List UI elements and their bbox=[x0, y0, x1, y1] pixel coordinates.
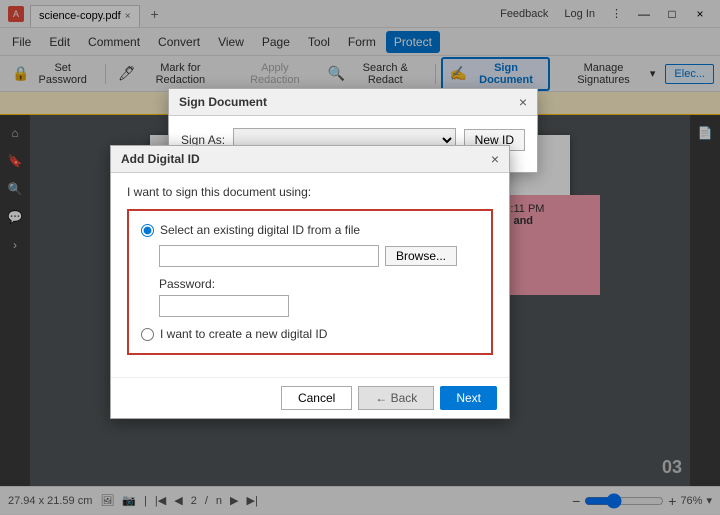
sign-modal-close-button[interactable]: × bbox=[519, 94, 527, 110]
browse-button[interactable]: Browse... bbox=[385, 246, 457, 266]
options-red-box: Select an existing digital ID from a fil… bbox=[127, 209, 493, 355]
password-label: Password: bbox=[159, 277, 479, 291]
add-id-question: I want to sign this document using: bbox=[127, 185, 493, 199]
cancel-button[interactable]: Cancel bbox=[281, 386, 352, 410]
add-id-footer: Cancel ← Back Next bbox=[111, 377, 509, 418]
sign-modal-title: Sign Document bbox=[179, 95, 267, 109]
option1-radio[interactable] bbox=[141, 224, 154, 237]
next-button[interactable]: Next bbox=[440, 386, 497, 410]
password-input[interactable] bbox=[159, 295, 289, 317]
option1-row: Select an existing digital ID from a fil… bbox=[141, 223, 479, 237]
add-id-close-button[interactable]: × bbox=[491, 151, 499, 167]
add-digital-id-modal: Add Digital ID × I want to sign this doc… bbox=[110, 145, 510, 419]
option2-row: I want to create a new digital ID bbox=[141, 327, 479, 341]
file-path-input[interactable] bbox=[159, 245, 379, 267]
add-id-titlebar: Add Digital ID × bbox=[111, 146, 509, 173]
sign-modal-titlebar: Sign Document × bbox=[169, 89, 537, 116]
option2-label: I want to create a new digital ID bbox=[160, 327, 327, 341]
add-id-body: I want to sign this document using: Sele… bbox=[111, 173, 509, 377]
file-input-row: Browse... bbox=[159, 245, 479, 267]
add-id-title: Add Digital ID bbox=[121, 152, 200, 166]
option1-label: Select an existing digital ID from a fil… bbox=[160, 223, 360, 237]
option2-radio[interactable] bbox=[141, 328, 154, 341]
back-button[interactable]: ← Back bbox=[358, 386, 434, 410]
